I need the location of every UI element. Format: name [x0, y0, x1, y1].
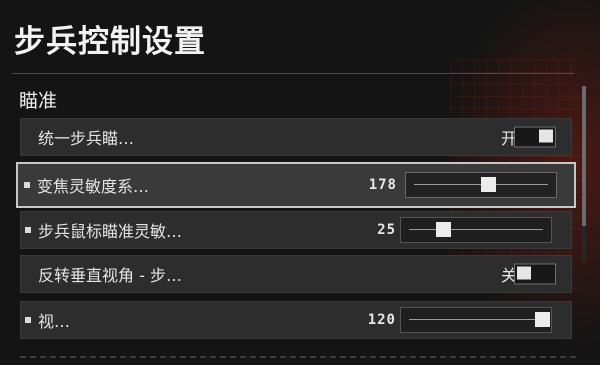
- bottom-divider: [20, 356, 576, 358]
- setting-row-invert-vertical[interactable]: 反转垂直视角 - 步… 关: [20, 255, 572, 293]
- scrollbar[interactable]: [582, 86, 586, 261]
- section-title: 瞄准: [19, 90, 58, 112]
- page-title: 步兵控制设置: [14, 24, 206, 60]
- setting-row-field-of-view[interactable]: 视… 120: [20, 301, 572, 339]
- setting-row-zoom-sensitivity[interactable]: 变焦灵敏度系… 178: [16, 162, 576, 208]
- scrollbar-thumb[interactable]: [582, 86, 586, 226]
- toggle-switch[interactable]: [514, 263, 556, 285]
- setting-label: 反转垂直视角 - 步…: [38, 266, 182, 285]
- slider-track: [409, 319, 543, 320]
- slider-track: [409, 229, 543, 230]
- slider[interactable]: [405, 172, 557, 198]
- toggle-knob: [517, 266, 531, 280]
- slider[interactable]: [400, 307, 552, 333]
- slider-thumb[interactable]: [435, 222, 451, 237]
- setting-label: 视…: [38, 312, 71, 331]
- setting-label: 变焦灵敏度系…: [37, 177, 150, 196]
- setting-label: 统一步兵瞄…: [38, 129, 135, 148]
- bullet-marker: [24, 182, 30, 188]
- toggle-knob: [539, 129, 553, 143]
- setting-value: 120: [367, 312, 396, 328]
- toggle-switch[interactable]: [514, 126, 556, 148]
- setting-label: 步兵鼠标瞄准灵敏…: [38, 222, 183, 241]
- title-divider: [12, 73, 574, 74]
- slider-thumb[interactable]: [535, 312, 550, 327]
- bullet-marker: [25, 227, 31, 233]
- slider-thumb[interactable]: [480, 177, 496, 192]
- setting-value: 178: [368, 177, 397, 193]
- bullet-marker: [25, 317, 31, 323]
- setting-value: 25: [377, 222, 396, 238]
- slider[interactable]: [400, 217, 552, 243]
- setting-row-unified-aim[interactable]: 统一步兵瞄… 开: [20, 118, 572, 156]
- setting-row-mouse-aim-sensitivity[interactable]: 步兵鼠标瞄准灵敏… 25: [20, 211, 572, 249]
